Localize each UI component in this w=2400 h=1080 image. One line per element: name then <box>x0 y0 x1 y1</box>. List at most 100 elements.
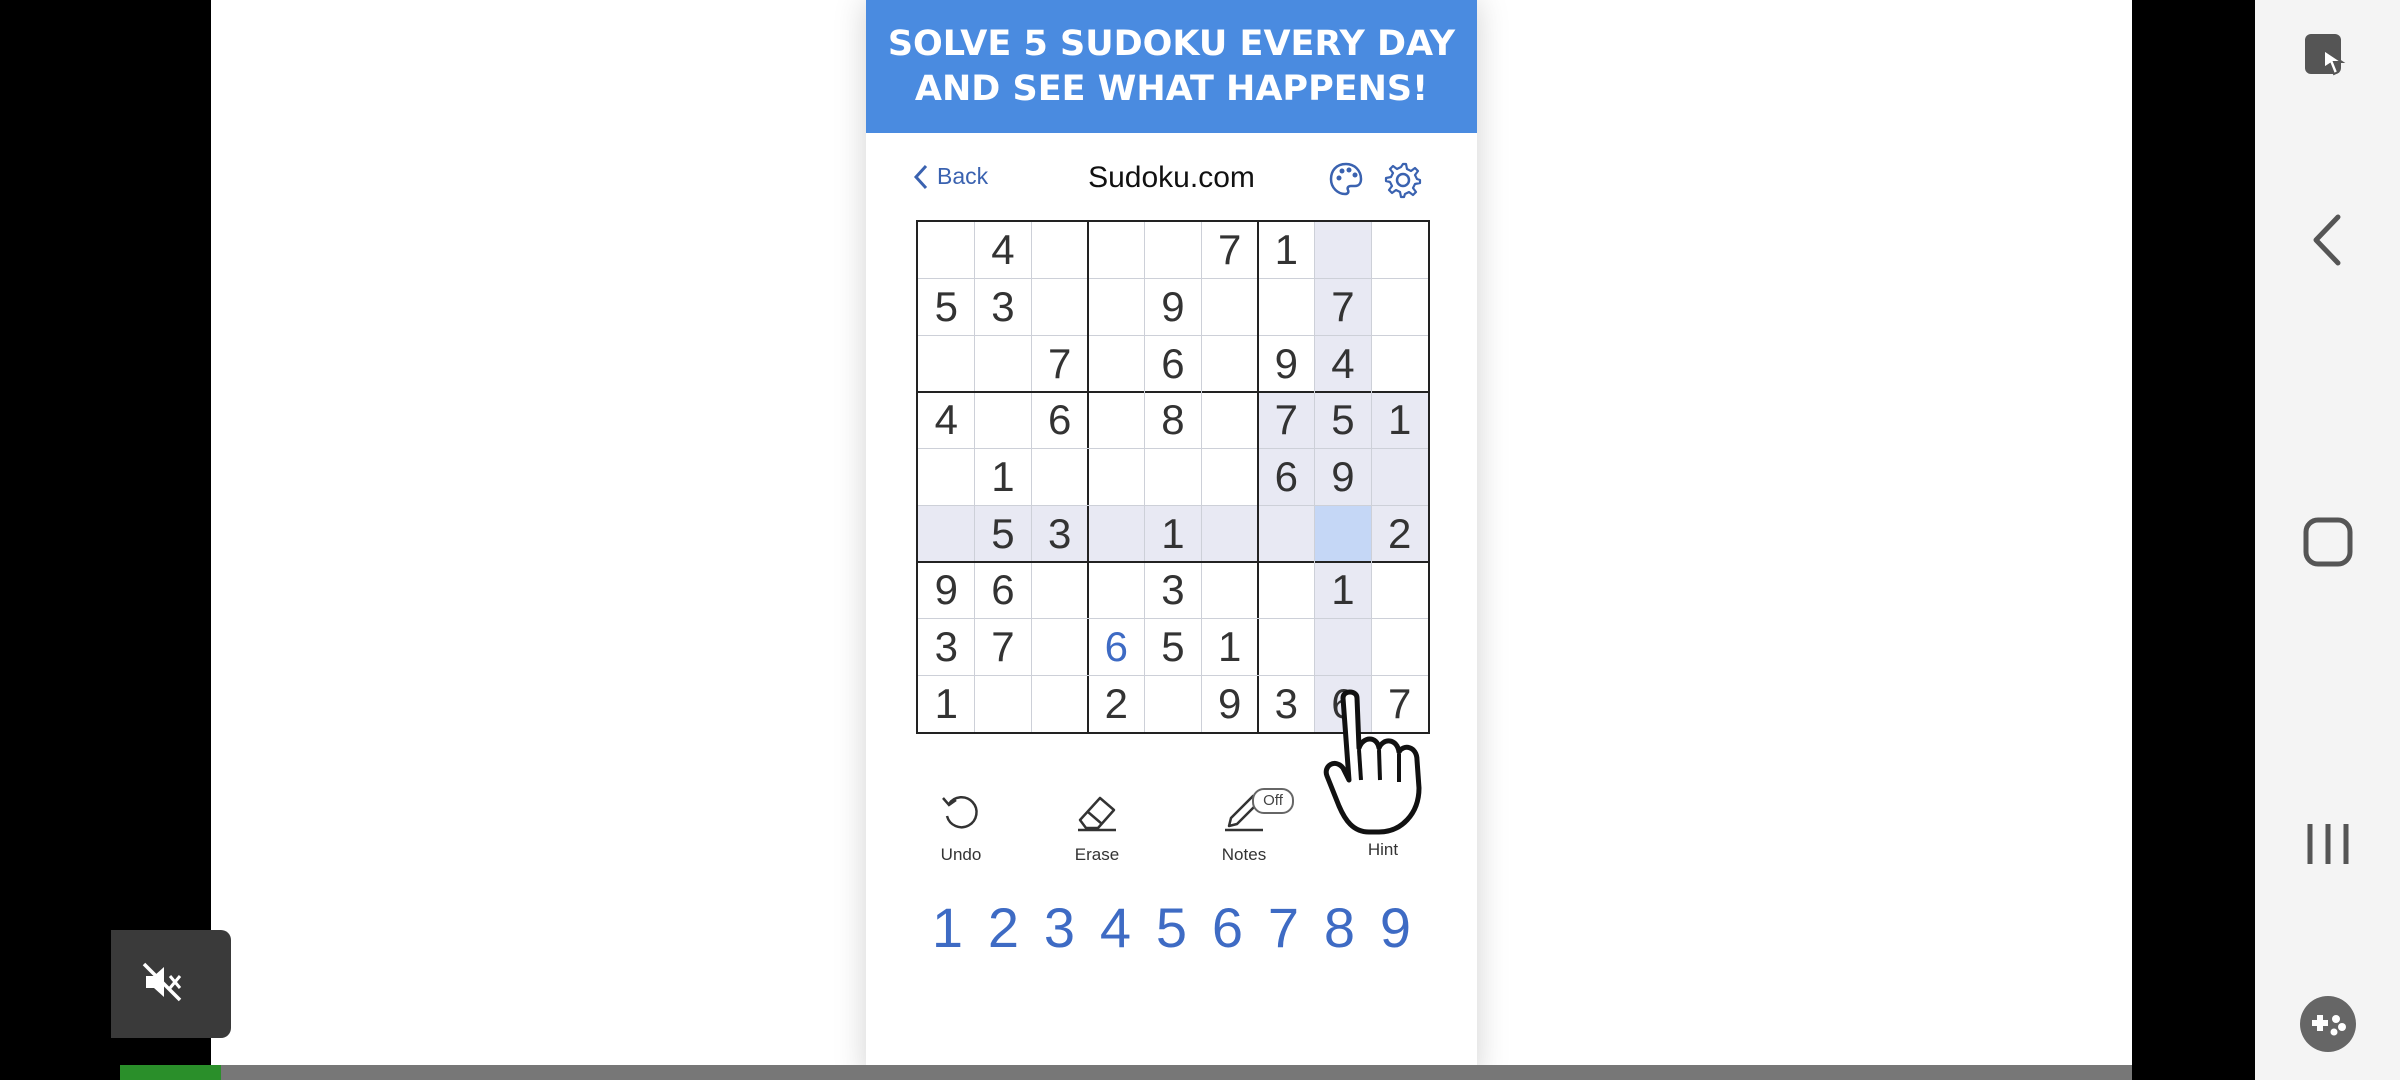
sudoku-cell[interactable] <box>1201 279 1258 336</box>
sudoku-cell[interactable] <box>1371 619 1428 676</box>
sudoku-cell[interactable] <box>975 675 1032 732</box>
number-key[interactable]: 2 <box>976 895 1032 959</box>
sudoku-cell[interactable] <box>918 505 975 562</box>
sudoku-cell[interactable]: 9 <box>1258 335 1315 392</box>
number-key[interactable]: 5 <box>1144 895 1200 959</box>
sudoku-cell[interactable] <box>1314 222 1372 279</box>
sudoku-cell[interactable]: 9 <box>918 562 975 619</box>
sudoku-cell[interactable] <box>1088 392 1145 449</box>
sudoku-cell[interactable]: 3 <box>1145 562 1202 619</box>
sudoku-cell[interactable] <box>1088 335 1145 392</box>
sudoku-cell[interactable]: 1 <box>1258 222 1315 279</box>
sudoku-cell[interactable]: 6 <box>975 562 1032 619</box>
screen-touch-button[interactable] <box>2255 28 2400 88</box>
sudoku-cell[interactable] <box>1088 449 1145 506</box>
sudoku-cell[interactable] <box>1371 562 1428 619</box>
number-key[interactable]: 8 <box>1312 895 1368 959</box>
sudoku-cell[interactable]: 2 <box>1088 675 1145 732</box>
sudoku-cell[interactable]: 5 <box>974 505 1032 562</box>
sudoku-cell[interactable]: 7 <box>975 619 1032 676</box>
sudoku-cell[interactable] <box>1031 675 1088 732</box>
number-key[interactable]: 7 <box>1256 895 1312 959</box>
sudoku-cell[interactable]: 1 <box>1314 562 1372 619</box>
sudoku-cell[interactable]: 2 <box>1371 505 1428 562</box>
number-key[interactable]: 6 <box>1200 895 1256 959</box>
sudoku-cell[interactable] <box>1145 449 1202 506</box>
sudoku-cell[interactable] <box>1371 335 1428 392</box>
palette-button[interactable] <box>1328 161 1364 202</box>
sudoku-cell[interactable]: 5 <box>918 279 975 336</box>
sudoku-cell[interactable]: 5 <box>1145 619 1202 676</box>
sudoku-cell[interactable] <box>918 222 975 279</box>
undo-button[interactable]: Undo <box>911 790 1011 865</box>
nav-home-button[interactable] <box>2255 516 2400 568</box>
number-key[interactable]: 4 <box>1088 895 1144 959</box>
sudoku-cell[interactable]: 6 <box>1031 392 1088 449</box>
ad-phone-mockup[interactable]: SOLVE 5 SUDOKU EVERY DAY AND SEE WHAT HA… <box>866 0 1477 1080</box>
sudoku-cell[interactable] <box>1088 279 1145 336</box>
sudoku-cell[interactable] <box>1314 505 1372 562</box>
sudoku-cell[interactable]: 1 <box>1201 619 1258 676</box>
game-tools-button[interactable] <box>2255 994 2400 1054</box>
sudoku-cell[interactable] <box>1088 505 1145 562</box>
sudoku-cell[interactable] <box>1371 448 1428 506</box>
sudoku-cell[interactable] <box>1031 619 1088 676</box>
sudoku-grid[interactable]: 471539776944687511695312963137651129367 <box>916 220 1430 734</box>
sudoku-cell[interactable]: 6 <box>1088 619 1145 676</box>
sudoku-cell[interactable]: 6 <box>1258 448 1315 506</box>
sudoku-cell[interactable] <box>1258 505 1315 562</box>
sudoku-cell[interactable] <box>918 335 975 392</box>
sudoku-cell[interactable] <box>1314 618 1372 676</box>
sudoku-cell[interactable]: 3 <box>975 279 1032 336</box>
sudoku-cell[interactable] <box>1031 562 1088 619</box>
sudoku-cell[interactable]: 9 <box>1314 448 1372 506</box>
sudoku-cell[interactable]: 8 <box>1145 392 1202 449</box>
sudoku-cell[interactable] <box>1201 335 1258 392</box>
sudoku-cell[interactable] <box>1258 619 1315 676</box>
sudoku-cell[interactable]: 9 <box>1145 279 1202 336</box>
sudoku-cell[interactable]: 9 <box>1201 675 1258 732</box>
sudoku-cell[interactable] <box>1371 222 1428 279</box>
sudoku-cell[interactable]: 1 <box>1371 392 1428 449</box>
sudoku-cell[interactable]: 6 <box>1145 335 1202 392</box>
sudoku-cell[interactable] <box>918 449 975 506</box>
number-key[interactable]: 9 <box>1368 895 1424 959</box>
sudoku-cell[interactable]: 7 <box>1314 278 1372 336</box>
sudoku-cell[interactable]: 1 <box>918 675 975 732</box>
sudoku-cell[interactable] <box>1031 279 1088 336</box>
mute-button[interactable] <box>111 930 231 1038</box>
sudoku-cell[interactable] <box>1201 449 1258 506</box>
sudoku-cell[interactable]: 7 <box>1201 222 1258 279</box>
sudoku-cell[interactable] <box>1031 449 1088 506</box>
sudoku-cell[interactable]: 7 <box>1031 335 1088 392</box>
sudoku-cell[interactable] <box>1031 222 1088 279</box>
sudoku-cell[interactable] <box>1145 675 1202 732</box>
sudoku-cell[interactable]: 3 <box>1031 505 1088 562</box>
sudoku-cell[interactable] <box>1145 222 1202 279</box>
notes-button[interactable]: Notes Off <box>1194 788 1294 865</box>
number-key[interactable]: 3 <box>1032 895 1088 959</box>
settings-button[interactable] <box>1384 161 1422 204</box>
erase-button[interactable]: Erase <box>1047 790 1147 865</box>
sudoku-cell[interactable] <box>1258 562 1315 619</box>
sudoku-cell[interactable]: 4 <box>918 392 975 449</box>
sudoku-cell[interactable]: 1 <box>975 449 1032 506</box>
sudoku-cell[interactable] <box>1258 279 1315 336</box>
sudoku-cell[interactable] <box>975 335 1032 392</box>
number-key[interactable]: 1 <box>920 895 976 959</box>
sudoku-cell[interactable]: 5 <box>1314 392 1372 449</box>
sudoku-cell[interactable]: 1 <box>1144 505 1202 562</box>
sudoku-cell[interactable] <box>1371 279 1428 336</box>
sudoku-cell[interactable]: 3 <box>918 619 975 676</box>
sudoku-cell[interactable] <box>975 392 1032 449</box>
sudoku-cell[interactable]: 4 <box>1314 335 1372 392</box>
video-progress-track[interactable] <box>211 1065 2132 1080</box>
sudoku-cell[interactable]: 7 <box>1258 392 1315 449</box>
sudoku-cell[interactable]: 3 <box>1258 675 1315 732</box>
sudoku-cell[interactable] <box>1088 562 1145 619</box>
nav-recents-button[interactable] <box>2255 820 2400 868</box>
sudoku-cell[interactable] <box>1201 392 1258 449</box>
sudoku-cell[interactable] <box>1088 222 1145 279</box>
sudoku-cell[interactable] <box>1201 562 1258 619</box>
sudoku-cell[interactable]: 4 <box>975 222 1032 279</box>
